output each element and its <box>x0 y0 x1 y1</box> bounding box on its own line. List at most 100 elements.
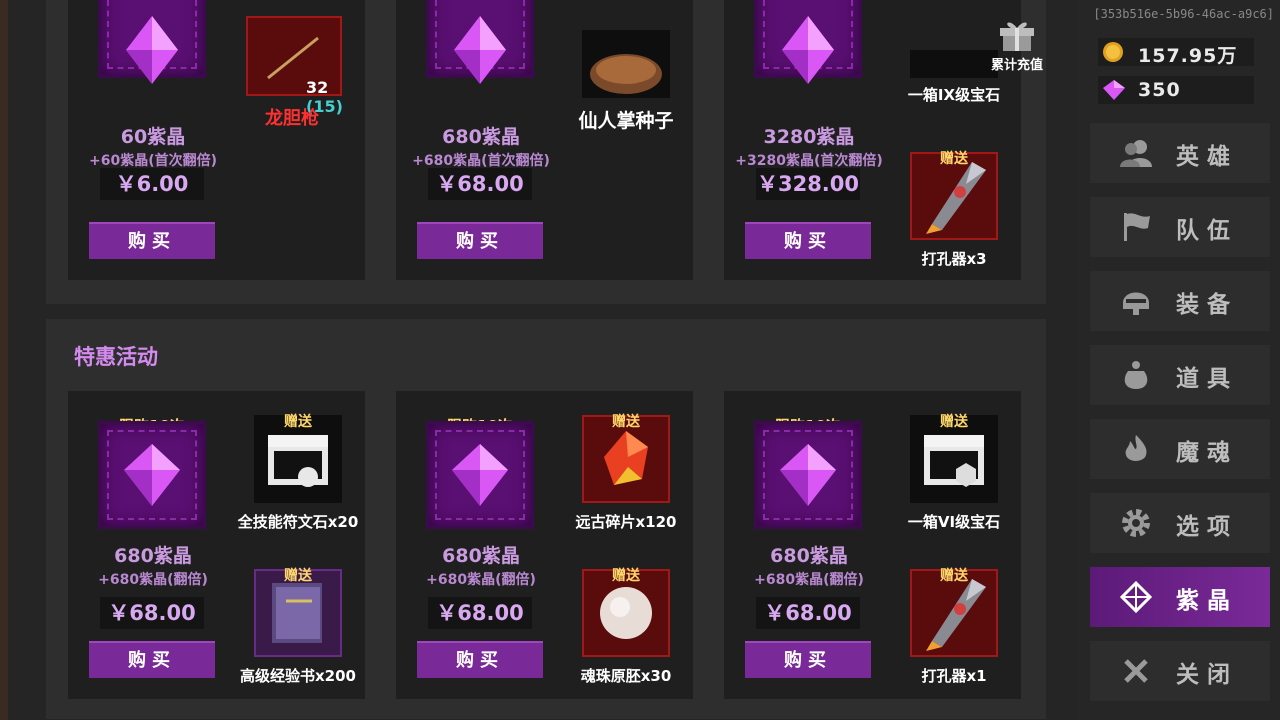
special-offer-card: 限购10次 680紫晶 +680紫晶(翻倍) ￥68.00 购买 赠送 <box>724 391 1021 699</box>
reward-item[interactable]: 仙人掌种子 <box>578 30 674 132</box>
crystal-pack-card: 3280紫晶 +3280紫晶(首次翻倍) ￥328.00 购买 一箱IX级宝石 … <box>724 0 1021 280</box>
crystal-pack-bonus: +3280紫晶(首次翻倍) <box>735 153 883 169</box>
crystal-pack-image <box>98 0 206 84</box>
special-offer-card: 限购10次 680紫晶 +680紫晶(翻倍) ￥68.00 购买 赠送 <box>68 391 365 699</box>
reward-name: 远古碎片x120 <box>575 513 677 531</box>
crystal-pack-bonus: +680紫晶(翻倍) <box>426 572 536 588</box>
reward-name: 一箱VI级宝石 <box>907 513 1001 531</box>
reward-item[interactable]: 赠送 打孔器x1 <box>906 568 1001 685</box>
nav-label: 英雄 <box>1176 144 1238 170</box>
crystal-pack-name: 680紫晶 <box>114 545 192 567</box>
crystal-pack-name: 680紫晶 <box>442 126 520 148</box>
reward-item[interactable]: 赠送 远古碎片x120 <box>576 414 677 531</box>
price-label: ￥6.00 <box>100 168 204 200</box>
crystal-pack-bonus: +680紫晶(首次翻倍) <box>412 153 550 169</box>
crystal-pack-image <box>426 0 534 84</box>
nav-label: 装备 <box>1176 292 1238 318</box>
buy-button[interactable]: 购买 <box>89 222 215 259</box>
crystal-pack-image <box>426 421 534 529</box>
buy-button[interactable]: 购买 <box>745 641 871 678</box>
nav-soul[interactable]: 魔魂 <box>1090 419 1270 479</box>
nav-crystal[interactable]: 紫晶 <box>1090 567 1270 627</box>
buy-button[interactable]: 购买 <box>417 641 543 678</box>
price-label: ￥68.00 <box>428 597 532 629</box>
crystal-icon <box>454 15 506 84</box>
reward-name: 魂珠原胚x30 <box>580 667 672 685</box>
gift-tag: 赠送 <box>612 568 640 584</box>
gift-tag: 赠送 <box>284 568 312 584</box>
crystal-icon <box>126 15 178 84</box>
buy-button[interactable]: 购买 <box>89 641 215 678</box>
crystal-pack-name: 60紫晶 <box>120 126 186 148</box>
reward-item[interactable]: 赠送 高级经验书x200 <box>240 568 356 685</box>
crystal-pack-name: 680紫晶 <box>442 545 520 567</box>
gem-chest-icon <box>910 50 998 78</box>
crystal-icon <box>452 444 508 506</box>
crystal-icon <box>1103 80 1125 100</box>
gift-tag: 赠送 <box>940 568 968 584</box>
nav-label: 魔魂 <box>1176 440 1238 466</box>
heroes-icon <box>1120 140 1152 167</box>
reward-name: 高级经验书x200 <box>240 667 356 685</box>
crystal-icon <box>1120 581 1152 613</box>
crystal-pack-image <box>754 0 862 84</box>
gift-tag: 赠送 <box>284 414 312 430</box>
crystal-pack-image <box>754 421 862 529</box>
helmet-icon <box>1123 292 1149 315</box>
price-label: ￥68.00 <box>756 597 860 629</box>
nav-label: 选项 <box>1176 514 1238 540</box>
reward-name: 一箱IX级宝石 <box>907 86 1001 104</box>
reward-item[interactable]: 赠送 一箱VI级宝石 <box>906 414 1001 531</box>
buy-button[interactable]: 购买 <box>745 222 871 259</box>
special-offers-section: 特惠活动 限购10次 680紫晶 +680紫晶(翻倍) ￥68.00 购买 赠送 <box>46 319 1046 719</box>
gold-value: 157.95万 <box>1138 45 1238 67</box>
gift-tag: 赠送 <box>612 414 640 430</box>
reward-name: 龙胆枪 <box>265 108 319 129</box>
cumulative-recharge-button[interactable]: 累计充值 <box>986 16 1048 74</box>
price-label: ￥68.00 <box>100 597 204 629</box>
crystal-icon <box>780 444 836 506</box>
crystal-icon <box>124 444 180 506</box>
gift-icon <box>1000 22 1034 51</box>
reward-item[interactable]: 32 (15) 龙胆枪 <box>244 16 344 129</box>
user-id: [353b516e-5b96-46ac-a9c6] <box>1093 7 1274 21</box>
nav-label: 道具 <box>1176 366 1238 392</box>
gold-coin-icon <box>1103 42 1123 62</box>
nav-heroes[interactable]: 英雄 <box>1090 123 1270 183</box>
reward-name: 仙人掌种子 <box>578 110 674 132</box>
cactus-seed-icon <box>582 30 670 98</box>
crystal-pack-bonus: +680紫晶(翻倍) <box>754 572 864 588</box>
crystal-packs-section: 60紫晶 +60紫晶(首次翻倍) ￥6.00 购买 32 (15) 龙胆枪 68… <box>46 0 1046 304</box>
nav-team[interactable]: 队伍 <box>1090 197 1270 257</box>
gift-tag: 赠送 <box>940 414 968 430</box>
reward-item[interactable]: 赠送 打孔器x3 <box>906 151 1001 268</box>
flag-icon <box>1124 213 1150 241</box>
nav-options[interactable]: 选项 <box>1090 493 1270 553</box>
reward-item[interactable]: 赠送 全技能符文石x20 <box>238 414 359 531</box>
crystal-value: 350 <box>1138 79 1181 101</box>
buy-button[interactable]: 购买 <box>417 222 543 259</box>
nav-label: 关闭 <box>1176 662 1238 688</box>
gold-counter: 157.95万 <box>1098 38 1254 67</box>
crystal-pack-name: 680紫晶 <box>770 545 848 567</box>
flame-icon <box>1125 435 1147 461</box>
reward-name: 打孔器x1 <box>921 667 987 685</box>
nav-equipment[interactable]: 装备 <box>1090 271 1270 331</box>
bag-icon <box>1124 361 1148 389</box>
nav-label: 队伍 <box>1176 218 1238 244</box>
nav-items[interactable]: 道具 <box>1090 345 1270 405</box>
crystal-pack-card: 60紫晶 +60紫晶(首次翻倍) ￥6.00 购买 32 (15) 龙胆枪 <box>68 0 365 280</box>
shop-content: 60紫晶 +60紫晶(首次翻倍) ￥6.00 购买 32 (15) 龙胆枪 68… <box>8 0 1078 720</box>
crystal-icon <box>782 15 834 84</box>
nav-close[interactable]: 关闭 <box>1090 641 1270 701</box>
nav-label: 紫晶 <box>1176 588 1238 614</box>
close-icon <box>1124 659 1148 683</box>
section-title: 特惠活动 <box>74 345 158 369</box>
crystal-pack-bonus: +680紫晶(翻倍) <box>98 572 208 588</box>
gift-button-label: 累计充值 <box>990 58 1043 73</box>
reward-item[interactable]: 赠送 魂珠原胚x30 <box>578 568 673 685</box>
special-offer-card: 限购10次 680紫晶 +680紫晶(翻倍) ￥68.00 购买 赠送 <box>396 391 693 699</box>
crystal-pack-bonus: +60紫晶(首次翻倍) <box>88 153 217 169</box>
price-label: ￥328.00 <box>756 168 860 200</box>
crystal-pack-card: 680紫晶 +680紫晶(首次翻倍) ￥68.00 购买 仙人掌种子 <box>396 0 693 280</box>
